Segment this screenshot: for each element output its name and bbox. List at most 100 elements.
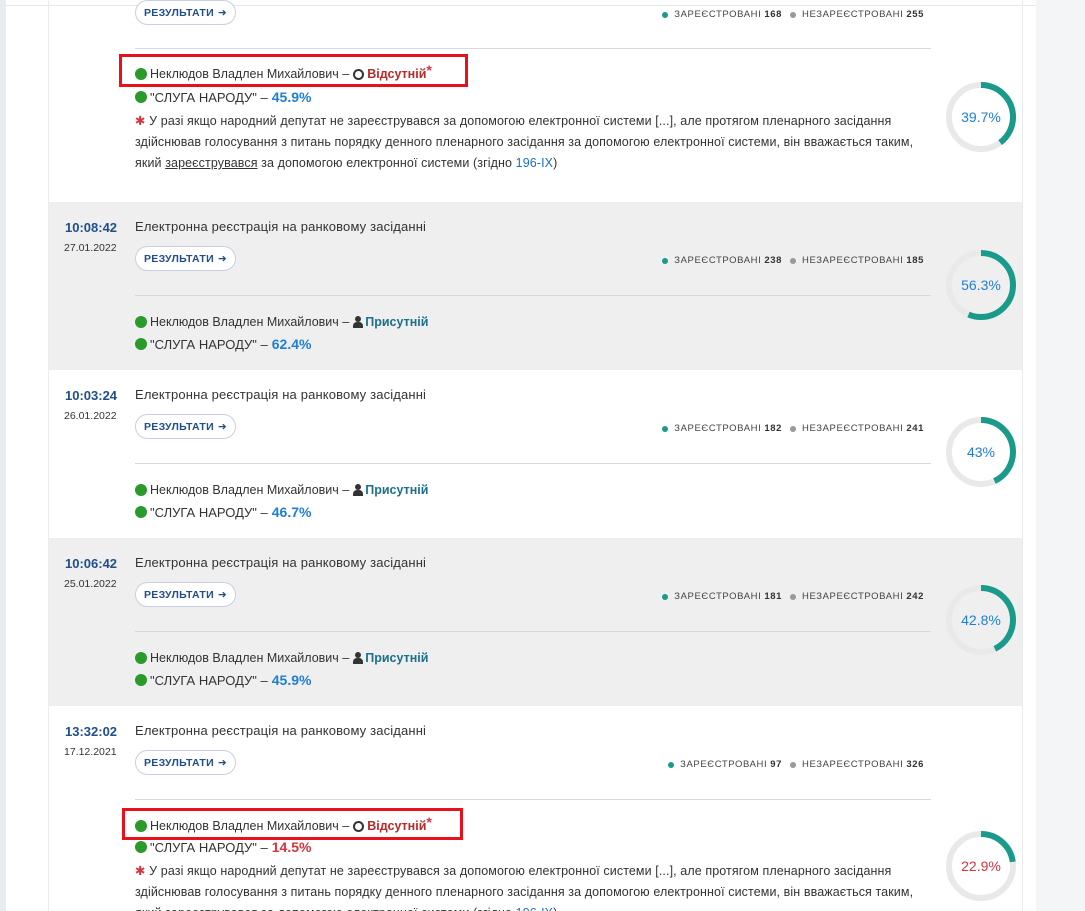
registration-record: 10:03:24 26.01.2022 Електронна реєстраці… (49, 370, 1022, 538)
person-icon (353, 484, 364, 496)
arrow-right-icon: ➜ (217, 252, 228, 265)
absence-note: ✱ У разі якщо народний депутат не зареєс… (135, 861, 935, 911)
donut-percent: 42.8% (961, 612, 1001, 628)
registration-donut: 39.7% (945, 81, 1017, 153)
results-button[interactable]: РЕЗУЛЬТАТИ ➜ (135, 414, 236, 439)
registered-dot-icon (662, 425, 669, 432)
registered-label: ЗАРЕЄСТРОВАНІ (674, 255, 762, 266)
registration-counts: ЗАРЕЄСТРОВАНІ 182 НЕЗАРЕЄСТРОВАНІ 241 (662, 423, 924, 434)
registered-dot-icon (668, 761, 675, 768)
party-name: "СЛУГА НАРОДУ" – (150, 504, 268, 520)
registration-donut: 43% (945, 416, 1017, 488)
unregistered-count: 326 (906, 759, 924, 770)
results-button[interactable]: РЕЗУЛЬТАТИ ➜ (135, 0, 236, 25)
note-text-2: за допомогою електронної системи (згідно (261, 906, 512, 911)
arrow-right-icon: ➜ (217, 6, 228, 19)
party-percent: 46.7% (271, 504, 312, 520)
party-line: "СЛУГА НАРОДУ" – 45.9% (135, 672, 311, 688)
unregistered-count: 241 (906, 423, 924, 434)
record-time: 10:08:42 (65, 220, 118, 235)
results-label: РЕЗУЛЬТАТИ (143, 420, 214, 433)
note-end: ) (553, 156, 558, 170)
faction-dot-icon (135, 652, 147, 664)
record-date: 26.01.2022 (64, 410, 117, 422)
party-percent: 45.9% (271, 89, 312, 105)
registration-counts: ЗАРЕЄСТРОВАНІ 238 НЕЗАРЕЄСТРОВАНІ 185 (662, 255, 924, 266)
registered-label: ЗАРЕЄСТРОВАНІ (674, 591, 762, 602)
unregistered-label: НЕЗАРЕЄСТРОВАНІ (802, 255, 904, 266)
deputy-name: Неклюдов Владлен Михайлович – (150, 483, 350, 497)
registration-record: РЕЗУЛЬТАТИ ➜ ЗАРЕЄСТРОВАНІ 168 НЕЗАРЕЄСТ… (49, 0, 1022, 202)
separator (135, 48, 931, 49)
note-registered-word: зареєструвався (165, 156, 258, 170)
registration-counts: ЗАРЕЄСТРОВАНІ 181 НЕЗАРЕЄСТРОВАНІ 242 (662, 591, 924, 602)
arrow-right-icon: ➜ (217, 756, 228, 769)
unregistered-dot-icon (790, 425, 797, 432)
results-label: РЕЗУЛЬТАТИ (143, 756, 214, 769)
note-end: ) (553, 906, 557, 911)
separator (135, 631, 931, 632)
record-title: Електронна реєстрація на ранковому засід… (135, 219, 427, 234)
registration-counts: ЗАРЕЄСТРОВАНІ 168 НЕЗАРЕЄСТРОВАНІ 255 (662, 9, 924, 20)
party-line: "СЛУГА НАРОДУ" – 14.5% (135, 839, 311, 855)
party-name: "СЛУГА НАРОДУ" – (150, 89, 268, 105)
faction-dot-icon (135, 841, 147, 853)
unregistered-count: 185 (906, 255, 924, 266)
unregistered-dot-icon (790, 257, 797, 264)
donut-percent: 39.7% (961, 109, 1001, 125)
faction-dot-icon (135, 316, 147, 328)
unregistered-count: 255 (906, 9, 924, 20)
record-time: 13:32:02 (65, 724, 118, 739)
status-present: Присутній (365, 651, 429, 665)
person-icon (353, 652, 364, 664)
record-date: 25.01.2022 (64, 578, 117, 590)
registration-donut: 22.9% (945, 830, 1017, 902)
arrow-right-icon: ➜ (217, 420, 228, 433)
highlight-box (122, 808, 463, 840)
unregistered-dot-icon (790, 11, 797, 18)
results-label: РЕЗУЛЬТАТИ (143, 588, 214, 601)
note-text-1: У разі якщо народний депутат не зареєстр… (135, 864, 914, 911)
highlight-box (119, 54, 468, 87)
donut-percent: 22.9% (961, 858, 1001, 874)
party-name: "СЛУГА НАРОДУ" – (150, 672, 268, 688)
record-time: 10:03:24 (65, 388, 118, 403)
status-present: Присутній (365, 315, 429, 329)
right-gutter (1036, 0, 1085, 911)
results-button[interactable]: РЕЗУЛЬТАТИ ➜ (135, 582, 236, 607)
party-percent: 45.9% (271, 672, 312, 688)
registered-dot-icon (662, 593, 669, 600)
law-link[interactable]: 196-IX (516, 906, 553, 911)
donut-percent: 43% (966, 444, 996, 460)
separator (135, 463, 931, 464)
deputy-name: Неклюдов Владлен Михайлович – (150, 651, 350, 665)
record-title: Електронна реєстрація на ранковому засід… (135, 555, 427, 570)
results-label: РЕЗУЛЬТАТИ (143, 6, 214, 19)
party-line: "СЛУГА НАРОДУ" – 62.4% (135, 336, 311, 352)
separator (135, 799, 931, 800)
person-icon (353, 316, 364, 328)
party-line: "СЛУГА НАРОДУ" – 46.7% (135, 504, 311, 520)
registration-donut: 56.3% (945, 249, 1017, 321)
results-label: РЕЗУЛЬТАТИ (143, 252, 214, 265)
status-present: Присутній (365, 483, 429, 497)
results-button[interactable]: РЕЗУЛЬТАТИ ➜ (135, 750, 236, 775)
law-link[interactable]: 196-IX (516, 156, 553, 170)
note-registered-word: зареєструвався (165, 906, 257, 911)
separator (135, 295, 931, 296)
record-date: 17.12.2021 (64, 746, 117, 758)
unregistered-label: НЕЗАРЕЄСТРОВАНІ (802, 591, 904, 602)
registered-count: 182 (764, 423, 783, 434)
registered-count: 238 (764, 255, 783, 266)
faction-dot-icon (135, 674, 147, 686)
donut-percent: 56.3% (961, 277, 1001, 293)
registered-label: ЗАРЕЄСТРОВАНІ (680, 759, 768, 770)
faction-dot-icon (135, 484, 147, 496)
left-gutter (0, 0, 6, 911)
unregistered-dot-icon (790, 593, 797, 600)
card-border-right (1022, 0, 1023, 911)
deputy-line: Неклюдов Владлен Михайлович – Присутній (135, 483, 428, 497)
record-time: 10:06:42 (65, 556, 118, 571)
results-button[interactable]: РЕЗУЛЬТАТИ ➜ (135, 246, 236, 271)
party-percent: 14.5% (271, 839, 312, 855)
